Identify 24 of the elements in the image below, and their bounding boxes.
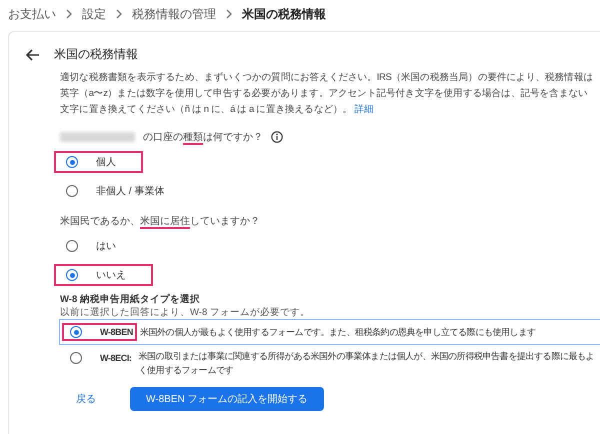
radio-option[interactable]: いいえ	[54, 264, 153, 286]
section-heading: W-8 納税申告用紙タイプを選択	[60, 293, 201, 306]
info-icon[interactable]	[271, 131, 283, 143]
breadcrumb-item[interactable]: 税務情報の管理	[132, 6, 216, 22]
breadcrumb-item[interactable]: お支払い	[8, 6, 56, 22]
question-text: 米国民であるか、米国に居住していますか？	[60, 214, 260, 228]
breadcrumb-item: 米国の税務情報	[242, 6, 326, 22]
start-button[interactable]: W-8BEN フォームの記入を開始する	[130, 387, 324, 411]
card-title: 米国の税務情報	[54, 46, 138, 63]
question-text: の口座の種類は何ですか？	[143, 130, 263, 144]
chevron-right-icon	[225, 9, 233, 19]
back-arrow-icon[interactable]	[26, 48, 40, 60]
back-button[interactable]: 戻る	[72, 388, 100, 410]
chevron-right-icon	[65, 9, 73, 19]
radio-option[interactable]: 非個人 / 事業体	[54, 180, 192, 202]
chevron-right-icon	[115, 9, 123, 19]
description-text: 適切な税務書類を表示するため、まずいくつかの質問にお答えください。IRS（米国の税務当局）の要件により、税務情報は英字（a〜z）または数字を使用して申告する必要があります。アクセント記号付き文字を使用する場合は、記号を含まない文字に置き換えてください（ñ は n に、á は a に置き換えるなど）。 詳細	[60, 71, 594, 117]
breadcrumb-item[interactable]: 設定	[82, 6, 106, 22]
form-option[interactable]: W-8ECI: 米国の取引または事業に関連する所得がある米国外の事業体または個人が、米国の所得税申告書を提出する際に最もよく使用するフォームです	[59, 345, 600, 381]
radio-option[interactable]: はい	[54, 235, 143, 257]
section-subtitle: 以前に選択した回答により、W-8 フォームが必要です。	[60, 306, 311, 319]
details-link[interactable]: 詳細	[354, 104, 374, 115]
radio-option[interactable]: 個人	[54, 151, 143, 173]
form-option[interactable]: W-8BEN 米国外の個人が最もよく使用するフォームです。また、租税条約の恩典を申し立てる際にも使用します	[59, 319, 600, 345]
